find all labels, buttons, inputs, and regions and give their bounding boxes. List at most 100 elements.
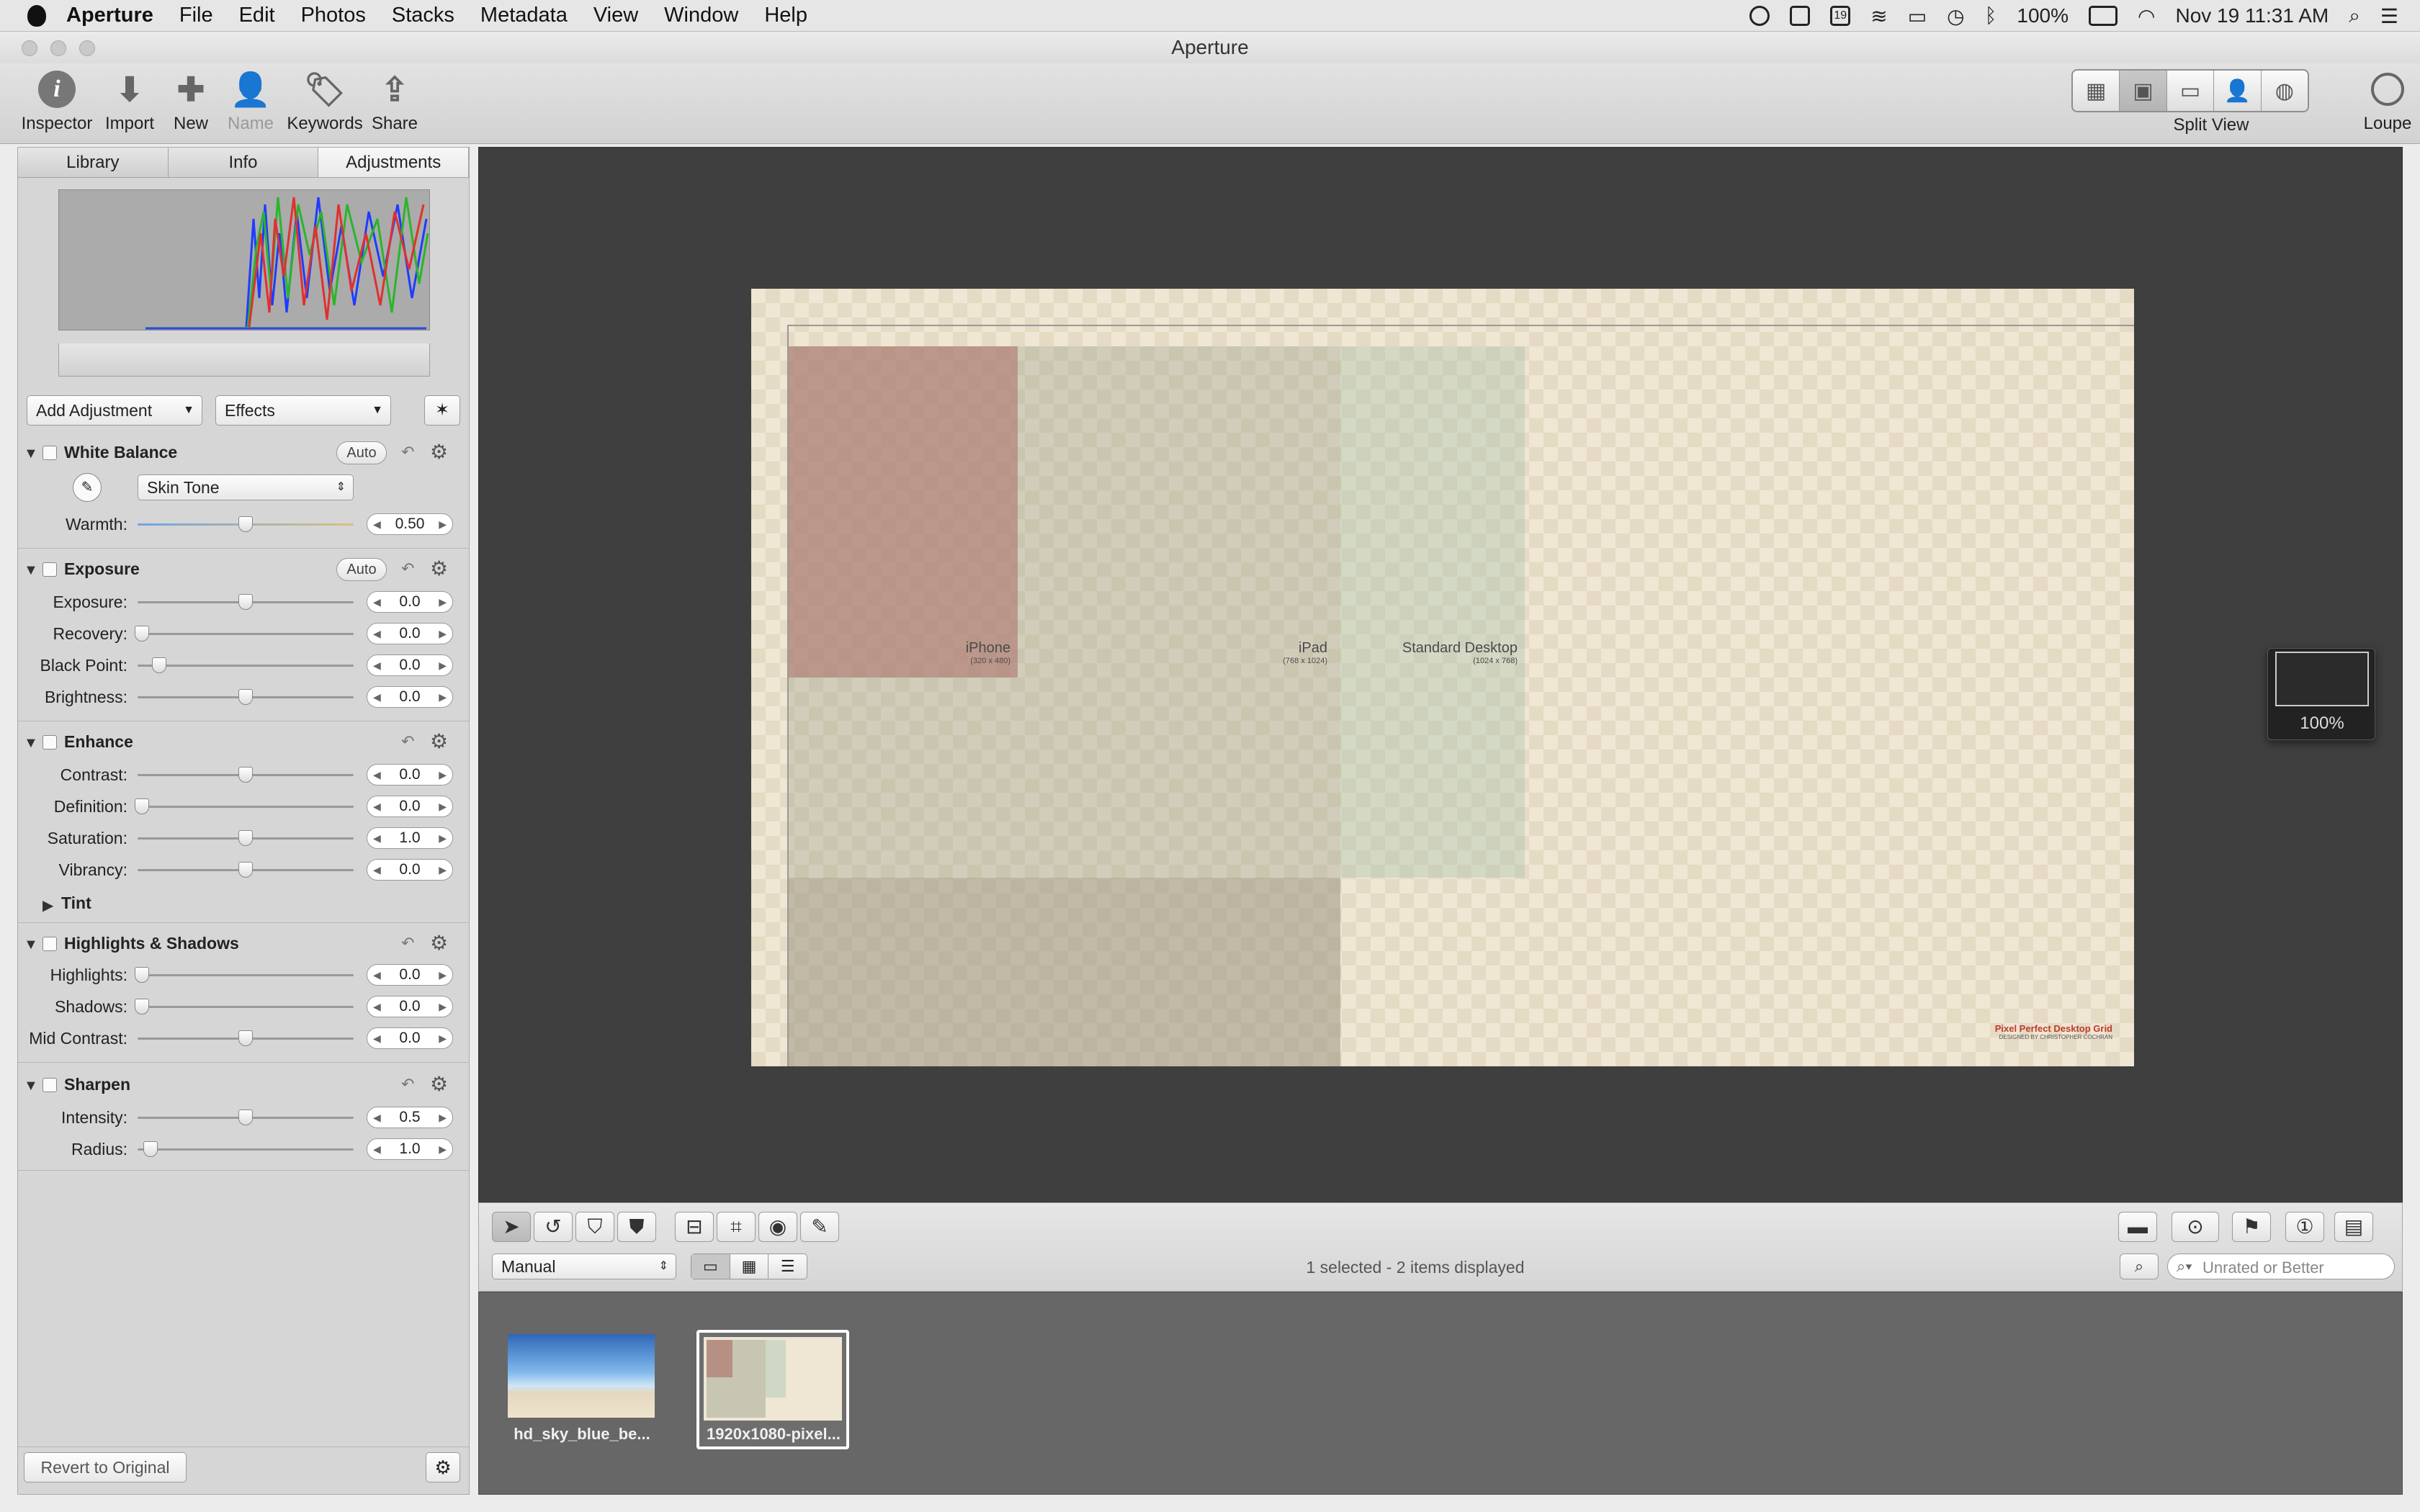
eyedropper-icon[interactable]: ✎: [73, 473, 102, 502]
stamp-icon[interactable]: ⛊: [617, 1212, 656, 1242]
lift-stamp-icon[interactable]: ⛉: [575, 1212, 614, 1242]
disclosure-triangle-icon[interactable]: ▼: [24, 562, 38, 579]
menu-metadata[interactable]: Metadata: [480, 4, 568, 27]
slider-knob[interactable]: [238, 1110, 253, 1125]
keywords-button[interactable]: 🏷 Keywords: [282, 69, 367, 134]
zoom-navigator[interactable]: 100%: [2267, 648, 2375, 740]
undo-icon[interactable]: ↶: [401, 559, 414, 578]
slider-knob[interactable]: [238, 689, 253, 705]
menu-edit[interactable]: Edit: [239, 4, 275, 27]
brightness-slider[interactable]: [138, 689, 354, 705]
preview-icon[interactable]: ⊙: [2172, 1212, 2219, 1242]
grid-icon[interactable]: ▦: [730, 1254, 769, 1279]
undo-icon[interactable]: ↶: [401, 443, 414, 462]
browser-view-icon[interactable]: ▦: [2073, 71, 2120, 111]
filmstrip-icon[interactable]: ▭: [691, 1254, 730, 1279]
brightness-value[interactable]: ◀ 0.0 ▶: [367, 686, 453, 708]
menu-app-name[interactable]: Aperture: [66, 4, 153, 27]
split-view-icon[interactable]: ▣: [2120, 71, 2167, 111]
recovery-slider[interactable]: [135, 626, 354, 642]
vibrancy-slider[interactable]: [138, 862, 354, 878]
definition-value[interactable]: ◀ 0.0 ▶: [367, 796, 453, 817]
slider-knob[interactable]: [238, 1030, 253, 1046]
pen-icon[interactable]: [1790, 6, 1811, 26]
white-balance-auto-button[interactable]: Auto: [336, 441, 387, 464]
share-button[interactable]: ⇪ Share: [367, 69, 422, 134]
undo-icon[interactable]: ↶: [401, 1075, 414, 1094]
menu-stacks[interactable]: Stacks: [392, 4, 454, 27]
disclosure-triangle-icon[interactable]: ▼: [24, 735, 38, 752]
slider-knob[interactable]: [238, 594, 253, 610]
import-button[interactable]: ⬇ Import: [101, 69, 158, 134]
new-button[interactable]: ✚ New: [166, 69, 216, 134]
saturation-value[interactable]: ◀ 1.0 ▶: [367, 827, 453, 849]
display-options-icon[interactable]: ▤: [2334, 1212, 2373, 1242]
bluetooth-icon[interactable]: ᛒ: [1985, 4, 1997, 27]
slider-knob[interactable]: [135, 999, 149, 1014]
contrast-slider[interactable]: [138, 767, 354, 783]
main-image[interactable]: iPhone (320 x 480) iPad (768 x 1024) Stand…: [751, 289, 2134, 1066]
tab-library[interactable]: Library: [18, 148, 169, 177]
intensity-slider[interactable]: [138, 1110, 354, 1125]
flag-icon[interactable]: ⚑: [2232, 1212, 2271, 1242]
gear-icon[interactable]: ⚙: [430, 1072, 448, 1096]
exposure-checkbox[interactable]: [42, 562, 57, 577]
menu-help[interactable]: Help: [764, 4, 807, 27]
time-machine-icon[interactable]: ◷: [1947, 4, 1964, 28]
slider-knob[interactable]: [143, 1141, 158, 1157]
slider-knob[interactable]: [152, 657, 166, 673]
white-balance-mode-popup[interactable]: Skin Tone ⇕: [138, 474, 354, 500]
menu-clock[interactable]: Nov 19 11:31 AM: [2175, 4, 2329, 27]
slider-knob[interactable]: [135, 798, 149, 814]
airplay-icon[interactable]: ▭: [1908, 4, 1927, 28]
shadows-slider[interactable]: [135, 999, 354, 1014]
menu-view[interactable]: View: [593, 4, 638, 27]
recovery-value[interactable]: ◀ 0.0 ▶: [367, 623, 453, 644]
crop-icon[interactable]: ⌗: [717, 1212, 756, 1242]
minimize-window-button[interactable]: [50, 40, 66, 56]
warmth-slider[interactable]: [138, 516, 354, 532]
tab-adjustments[interactable]: Adjustments: [318, 148, 470, 177]
definition-slider[interactable]: [135, 798, 354, 814]
white-balance-checkbox[interactable]: [42, 446, 57, 460]
straighten-icon[interactable]: ⊟: [675, 1212, 714, 1242]
gear-icon[interactable]: ⚙: [430, 557, 448, 580]
tint-header[interactable]: ▶ Tint: [18, 889, 469, 918]
highlights-slider[interactable]: [135, 967, 354, 983]
menu-photos[interactable]: Photos: [301, 4, 366, 27]
disclosure-triangle-icon[interactable]: ▼: [24, 1078, 38, 1094]
gear-icon[interactable]: ⚙: [430, 440, 448, 464]
gear-icon[interactable]: ⚙: [430, 729, 448, 753]
places-view-icon[interactable]: ◍: [2262, 71, 2308, 111]
primary-only-icon[interactable]: ①: [2285, 1212, 2324, 1242]
contrast-value[interactable]: ◀ 0.0 ▶: [367, 764, 453, 786]
battery-percent[interactable]: 100%: [2017, 4, 2069, 27]
intensity-value[interactable]: ◀ 0.5 ▶: [367, 1107, 453, 1128]
brush-icon[interactable]: ✎: [800, 1212, 839, 1242]
gear-icon[interactable]: ⚙: [426, 1452, 460, 1482]
enhance-checkbox[interactable]: [42, 735, 57, 750]
add-adjustment-popup[interactable]: Add Adjustment ▼: [27, 395, 202, 426]
viewer-view-icon[interactable]: ▭: [2167, 71, 2215, 111]
thumbnail-sky[interactable]: [508, 1334, 655, 1418]
menu-file[interactable]: File: [179, 4, 213, 27]
red-eye-icon[interactable]: ◉: [758, 1212, 797, 1242]
slider-knob[interactable]: [135, 626, 149, 642]
radius-value[interactable]: ◀ 1.0 ▶: [367, 1138, 453, 1160]
sharpen-checkbox[interactable]: [42, 1078, 57, 1092]
browser-toggle-icon[interactable]: ▬: [2118, 1212, 2157, 1242]
histogram-options-bar[interactable]: [58, 343, 430, 377]
slider-knob[interactable]: [238, 830, 253, 846]
loupe-button[interactable]: Loupe: [2355, 69, 2420, 134]
mid-contrast-value[interactable]: ◀ 0.0 ▶: [367, 1027, 453, 1049]
notifications-icon[interactable]: ≋: [1870, 4, 1887, 28]
undo-icon[interactable]: ↶: [401, 732, 414, 751]
filter-search-field[interactable]: ⌕▾ Unrated or Better: [2167, 1254, 2395, 1279]
slider-knob[interactable]: [238, 862, 253, 878]
faces-view-icon[interactable]: 👤: [2214, 71, 2262, 111]
mid-contrast-slider[interactable]: [138, 1030, 354, 1046]
spotlight-icon[interactable]: ⌕: [2349, 4, 2360, 28]
black-point-value[interactable]: ◀ 0.0 ▶: [367, 654, 453, 676]
tab-info[interactable]: Info: [168, 148, 319, 177]
notification-center-icon[interactable]: ☰: [2380, 4, 2398, 28]
